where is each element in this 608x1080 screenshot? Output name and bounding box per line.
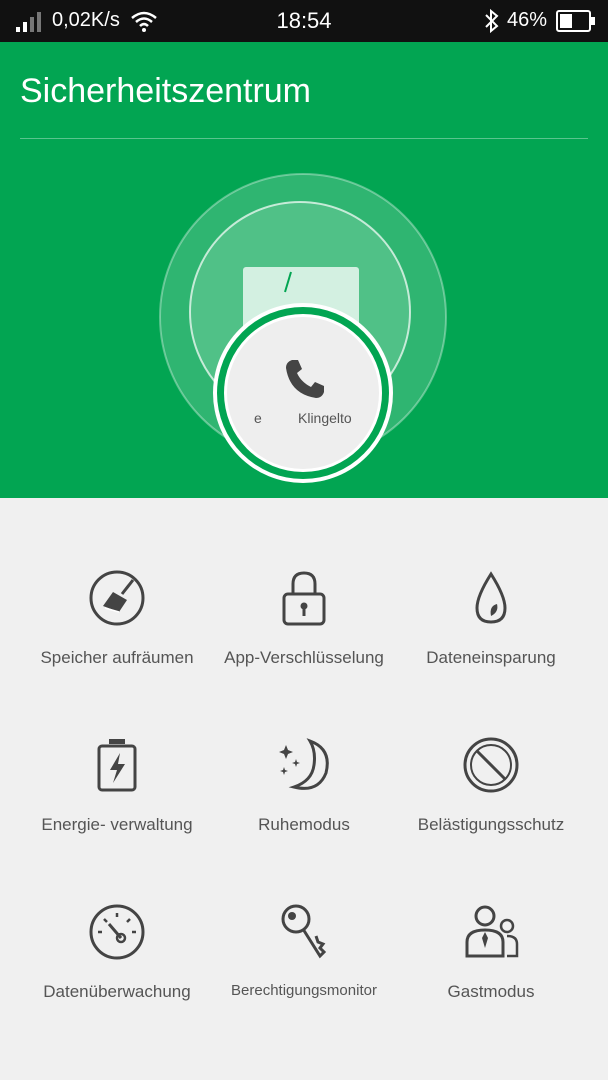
battery-percent: 46% [507,9,548,31]
bluetooth-icon [485,8,499,34]
block-icon [463,737,519,793]
lock-icon [282,571,326,626]
feature-quiet-mode[interactable]: Ruhemodus [203,665,405,834]
feature-energy-management[interactable]: Energie- verwaltung [16,665,218,834]
drop-icon [475,571,507,624]
feature-permission-monitor[interactable]: Berechtigungsmonitor [203,832,405,999]
feature-label: Berechtigungsmonitor [231,982,377,999]
gauge-icon [89,904,145,960]
battery-icon [556,10,595,32]
feature-storage-cleanup[interactable]: Speicher aufräumen [16,498,218,667]
feature-data-monitoring[interactable]: Datenüberwachung [16,832,218,1001]
broom-icon [89,570,145,626]
feature-app-lock[interactable]: App-Verschlüsselung [203,498,405,667]
guest-icon [465,905,519,958]
moon-icon [279,738,329,790]
feature-harassment-protection[interactable]: Belästigungsschutz [390,665,592,834]
security-center-header: Sicherheitszentrum e Klingelto [0,42,608,498]
key-icon [281,904,327,959]
orb-label-right: Klingelto [298,410,352,426]
status-bar: 0,02K/s 18:54 46% [0,0,608,42]
battery-bolt-icon [97,739,137,792]
feature-label: Datenüberwachung [43,982,191,1001]
feature-guest-mode[interactable]: Gastmodus [390,832,592,1001]
orb-label-left: e [254,410,262,426]
feature-label: Gastmodus [447,982,535,1001]
status-orb[interactable] [150,172,460,498]
header-divider [20,138,588,139]
page-title: Sicherheitszentrum [20,72,312,110]
feature-grid: Speicher aufräumen App-Verschlüsselung D… [0,498,608,1080]
phone-icon [286,360,324,398]
feature-data-saving[interactable]: Dateneinsparung [390,498,592,667]
